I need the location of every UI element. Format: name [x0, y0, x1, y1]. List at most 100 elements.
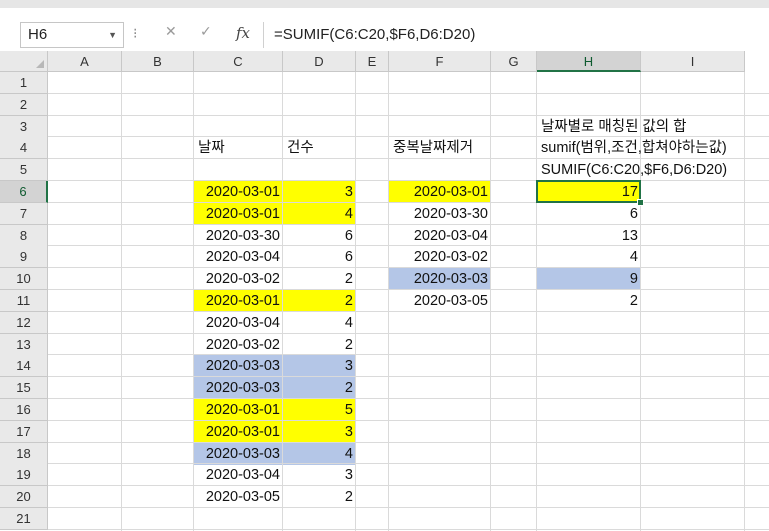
more-options-icon[interactable]: ⁝: [133, 26, 137, 42]
gridline-row-12: [48, 332, 769, 334]
cell-d20[interactable]: 2: [283, 486, 356, 508]
cell-d10[interactable]: 2: [283, 268, 356, 290]
cancel-icon[interactable]: ✕: [165, 24, 177, 40]
gridline-col-a: [121, 72, 122, 531]
row-header-10[interactable]: 10: [0, 268, 48, 291]
gridline-row-14: [48, 376, 769, 378]
cell-d7[interactable]: 4: [283, 203, 356, 225]
row-header-21[interactable]: 21: [0, 508, 48, 530]
cell-f7[interactable]: 2020-03-30: [389, 203, 491, 225]
cell-c10[interactable]: 2020-03-02: [194, 268, 283, 290]
row-header-7[interactable]: 7: [0, 202, 48, 225]
cell-c18[interactable]: 2020-03-03: [194, 443, 283, 465]
row-header-9[interactable]: 9: [0, 246, 48, 269]
row-header-3[interactable]: 3: [0, 115, 48, 138]
row-header-1[interactable]: 1: [0, 72, 48, 94]
cell-c16[interactable]: 2020-03-01: [194, 399, 283, 421]
row-header-12[interactable]: 12: [0, 311, 48, 334]
column-header-a[interactable]: A: [48, 51, 122, 72]
row-header-8[interactable]: 8: [0, 224, 48, 247]
insert-function-icon[interactable]: fx: [236, 24, 250, 42]
gridline-row-16: [48, 419, 769, 421]
cell-h4[interactable]: sumif(범위,조건,합쳐야하는값): [537, 137, 727, 159]
column-header-e[interactable]: E: [356, 51, 389, 72]
cell-h5[interactable]: SUMIF(C6:C20,$F6,D6:D20): [537, 159, 727, 181]
name-box[interactable]: H6 ▼: [20, 22, 124, 48]
gridline-row-18: [48, 463, 769, 465]
cell-f10[interactable]: 2020-03-03: [389, 268, 491, 290]
cell-f9[interactable]: 2020-03-02: [389, 246, 491, 268]
gridline-row-15: [48, 398, 769, 399]
column-header-h[interactable]: H: [537, 51, 641, 72]
row-header-4[interactable]: 4: [0, 137, 48, 160]
selected-cell-outline: [536, 180, 641, 203]
formula-bar: H6 ▼ ⁝ ✕ ✓ fx =SUMIF(C6:C20,$F6,D6:D20): [0, 8, 769, 52]
cell-d11[interactable]: 2: [283, 290, 356, 312]
chevron-down-icon[interactable]: ▼: [108, 23, 117, 47]
cell-c17[interactable]: 2020-03-01: [194, 421, 283, 443]
row-header-5[interactable]: 5: [0, 159, 48, 182]
cell-c12[interactable]: 2020-03-04: [194, 312, 283, 334]
row-header-11[interactable]: 11: [0, 290, 48, 312]
formula-separator: [263, 22, 264, 48]
cell-d6[interactable]: 3: [283, 181, 356, 203]
cell-d15[interactable]: 2: [283, 377, 356, 399]
cell-f8[interactable]: 2020-03-04: [389, 225, 491, 247]
column-header-c[interactable]: C: [194, 51, 283, 72]
cell-d14[interactable]: 3: [283, 355, 356, 377]
column-header-f[interactable]: F: [389, 51, 491, 72]
cell-d17[interactable]: 3: [283, 421, 356, 443]
fill-handle[interactable]: [637, 198, 644, 206]
column-header-d[interactable]: D: [283, 51, 356, 72]
cell-c13[interactable]: 2020-03-02: [194, 334, 283, 356]
cell-c9[interactable]: 2020-03-04: [194, 246, 283, 268]
cell-c11[interactable]: 2020-03-01: [194, 290, 283, 312]
cell-c4[interactable]: 날짜: [194, 137, 283, 159]
cell-f11[interactable]: 2020-03-05: [389, 290, 491, 312]
row-header-14[interactable]: 14: [0, 355, 48, 378]
cell-d13[interactable]: 2: [283, 334, 356, 356]
spreadsheet-grid[interactable]: A B C D E F G H I 1 2 3 4 5 6 7 8 9 10 11 12 13 14 15 16 17 18 19 20…: [0, 51, 769, 531]
row-header-16[interactable]: 16: [0, 399, 48, 421]
cell-d8[interactable]: 6: [283, 225, 356, 247]
cell-h3[interactable]: 날짜별로 매칭된 값의 합: [537, 116, 687, 138]
cell-c19[interactable]: 2020-03-04: [194, 464, 283, 486]
cell-c7[interactable]: 2020-03-01: [194, 203, 283, 225]
cell-f4[interactable]: 중복날짜제거: [389, 137, 491, 159]
cell-d18[interactable]: 4: [283, 443, 356, 465]
row-header-15[interactable]: 15: [0, 377, 48, 400]
cell-c15[interactable]: 2020-03-03: [194, 377, 283, 399]
row-header-20[interactable]: 20: [0, 486, 48, 509]
cell-h8[interactable]: 13: [537, 225, 641, 247]
cell-f6[interactable]: 2020-03-01: [389, 181, 491, 203]
cell-h7[interactable]: 6: [537, 203, 641, 225]
cell-c6[interactable]: 2020-03-01: [194, 181, 283, 203]
cell-c20[interactable]: 2020-03-05: [194, 486, 283, 508]
row-header-17[interactable]: 17: [0, 420, 48, 443]
cell-c14[interactable]: 2020-03-03: [194, 355, 283, 377]
cell-d9[interactable]: 6: [283, 246, 356, 268]
select-all-button[interactable]: [0, 51, 48, 72]
column-header-i[interactable]: I: [641, 51, 745, 72]
cell-c8[interactable]: 2020-03-30: [194, 225, 283, 247]
row-header-13[interactable]: 13: [0, 333, 48, 356]
row-header-6[interactable]: 6: [0, 181, 48, 203]
row-header-18[interactable]: 18: [0, 442, 48, 465]
cell-d19[interactable]: 3: [283, 464, 356, 486]
cell-d16[interactable]: 5: [283, 399, 356, 421]
name-box-value: H6: [28, 26, 48, 43]
enter-icon[interactable]: ✓: [200, 24, 212, 40]
window-top-strip: [0, 0, 769, 8]
column-header-b[interactable]: B: [122, 51, 194, 72]
gridline-row-1: [48, 92, 769, 94]
formula-input[interactable]: =SUMIF(C6:C20,$F6,D6:D20): [268, 22, 769, 48]
cell-h9[interactable]: 4: [537, 246, 641, 268]
select-all-triangle-icon: [36, 60, 44, 68]
row-header-19[interactable]: 19: [0, 464, 48, 487]
cell-d12[interactable]: 4: [283, 312, 356, 334]
cell-d4[interactable]: 건수: [283, 137, 356, 159]
row-header-2[interactable]: 2: [0, 93, 48, 116]
column-header-g[interactable]: G: [491, 51, 537, 72]
cell-h10[interactable]: 9: [537, 268, 641, 290]
cell-h11[interactable]: 2: [537, 290, 641, 312]
